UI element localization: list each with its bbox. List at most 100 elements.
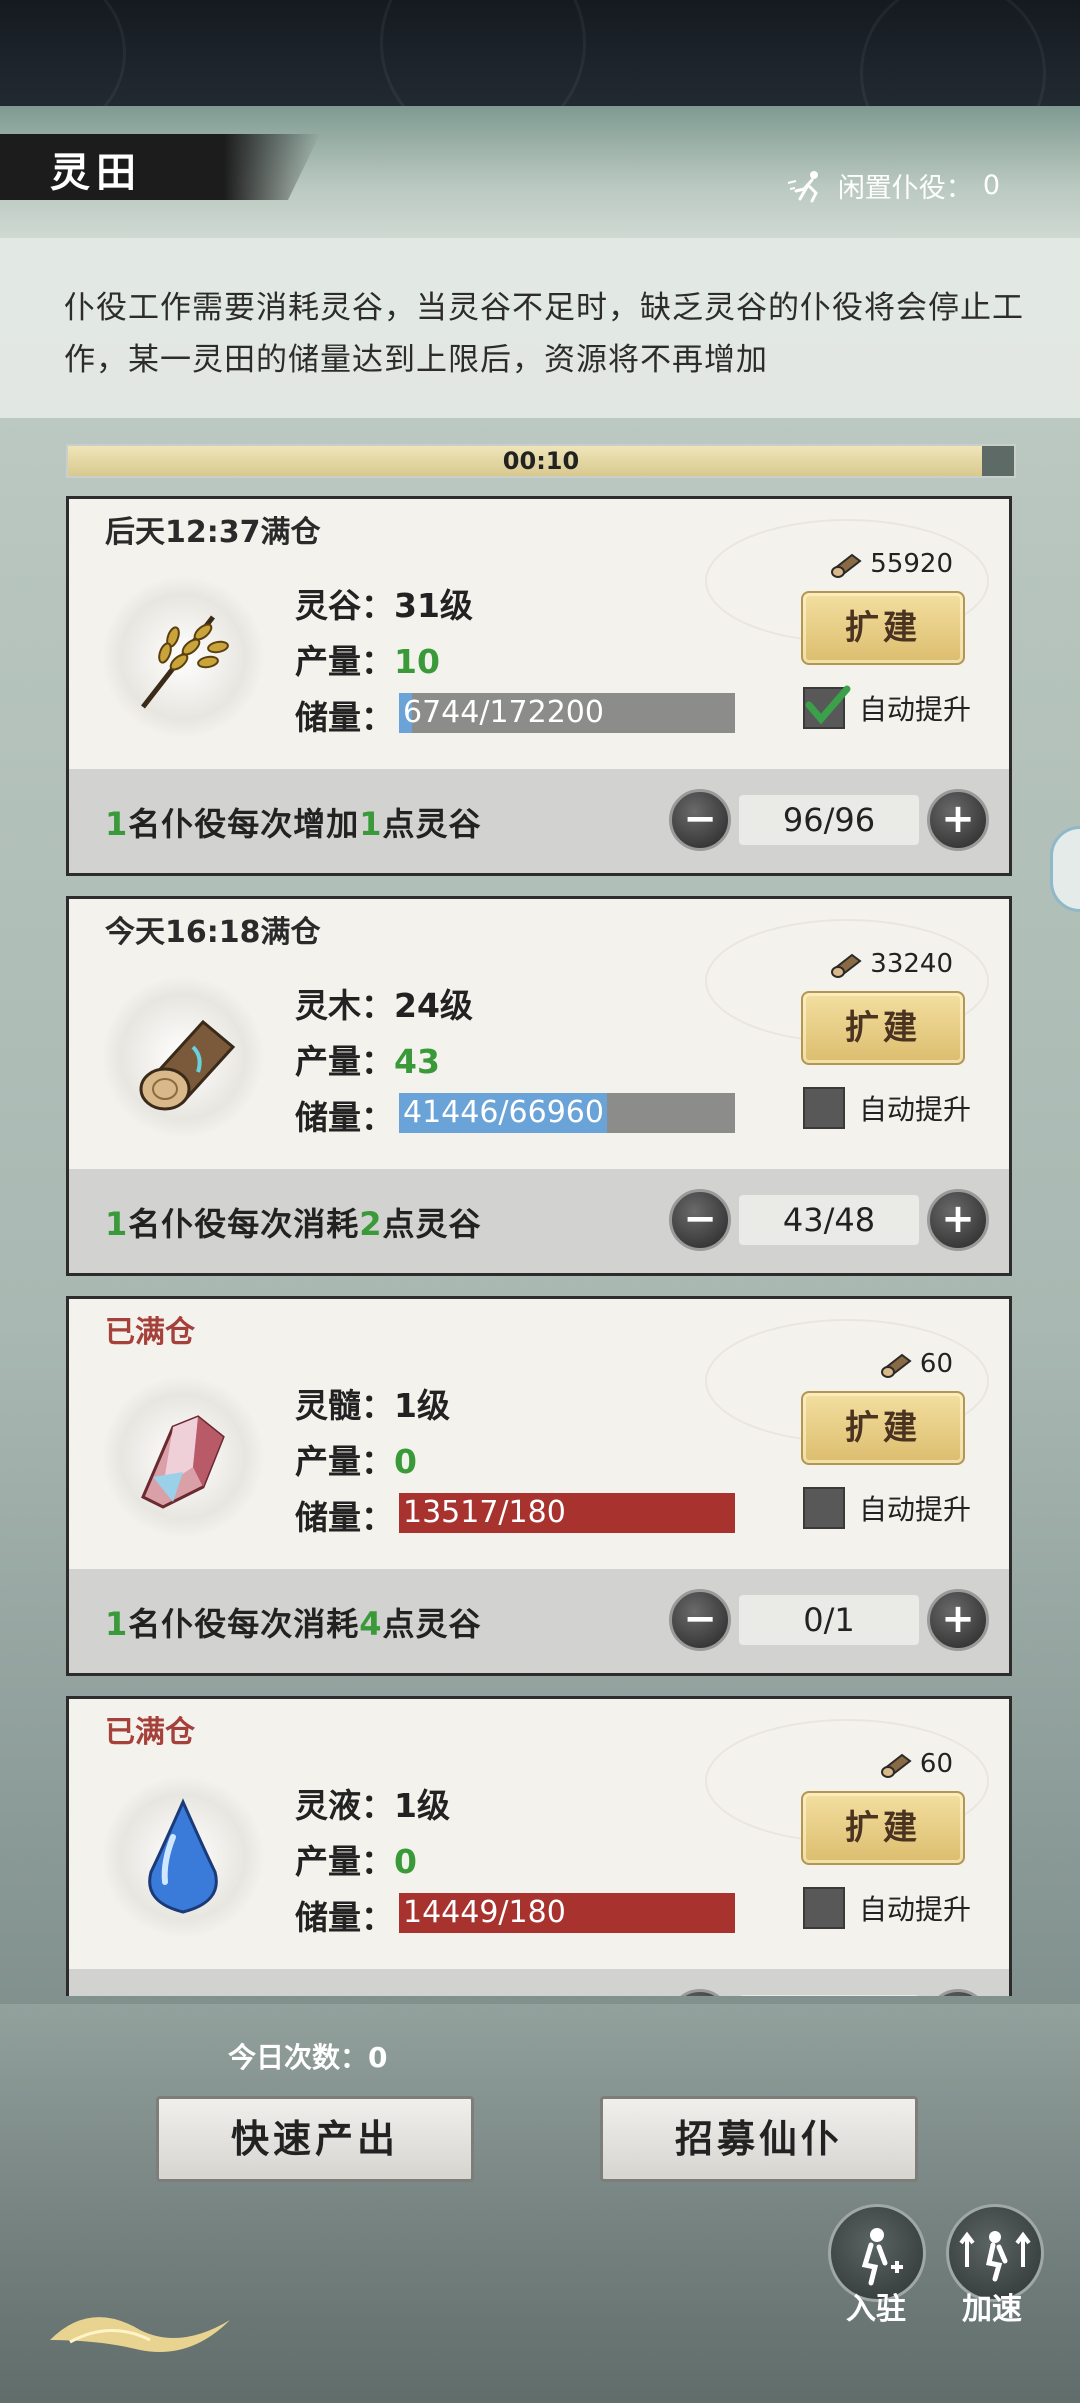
field-level: 灵髓：1级	[295, 1386, 450, 1425]
resource-icon-frame	[103, 1377, 263, 1537]
field-status: 今天16:18满仓	[105, 915, 321, 950]
storage-text: 14449/180	[403, 1895, 566, 1930]
cost-value: 33240	[870, 949, 953, 979]
field-status: 后天12:37满仓	[105, 515, 321, 550]
worker-stepper: − 43/48 +	[669, 1189, 989, 1253]
storage-bar: 14449/180	[399, 1893, 735, 1933]
auto-upgrade-checkbox[interactable]	[802, 1887, 845, 1929]
worker-desc-mid: 名仆役每次消耗	[128, 1605, 360, 1643]
station-label: 入驻	[846, 2292, 906, 2327]
page-title: 灵田	[50, 149, 142, 196]
today-label: 今日次数：	[228, 2041, 369, 2074]
worker-rate: 1	[359, 805, 383, 843]
increase-workers-button[interactable]: +	[927, 789, 989, 851]
output-value: 43	[394, 1042, 440, 1081]
increase-workers-button[interactable]: +	[927, 1589, 989, 1651]
description-text: 仆役工作需要消耗灵谷，当灵谷不足时，缺乏灵谷的仆役将会停止工作，某一灵田的储量达…	[64, 290, 1024, 378]
cost-value: 60	[919, 1749, 953, 1779]
quick-output-button[interactable]: 快速产出	[156, 2096, 474, 2182]
field-card: 已满仓 灵髓：1级 产量：0 储量： 13517/180 60 扩建 自动提升 …	[66, 1296, 1012, 1676]
storage-text: 6744/172200	[403, 695, 604, 730]
worker-row: 1名仆役每次增加1点灵谷 − 96/96 +	[69, 769, 1009, 873]
wood-cost-icon	[831, 953, 862, 978]
upgrade-cost: 60	[880, 1749, 953, 1779]
idle-count: 0	[982, 170, 1000, 201]
storage-bar: 6744/172200	[399, 693, 735, 733]
title-plate	[0, 134, 320, 200]
field-storage-label: 储量：	[295, 698, 394, 737]
worker-row: 1名仆役每次消耗4点灵谷 − 0/1 +	[69, 1569, 1009, 1673]
today-count: 今日次数：0	[228, 2036, 388, 2076]
wood-cost-icon	[831, 553, 862, 578]
resource-icon-frame	[103, 577, 263, 737]
upgrade-cost: 60	[880, 1349, 953, 1379]
worker-stepper: − +	[669, 1989, 989, 1996]
output-value: 10	[394, 642, 440, 681]
field-level: 灵液：1级	[295, 1786, 450, 1825]
production-timer-bar: 00:10	[66, 444, 1016, 478]
auto-upgrade-checkbox[interactable]	[802, 1087, 845, 1129]
worker-count-per: 1	[105, 805, 129, 843]
worker-description: 1名仆役每次增加1点灵谷	[105, 799, 482, 845]
worker-description: 1名仆役每次消耗4点灵谷	[105, 1599, 482, 1645]
decrease-workers-button[interactable]: −	[669, 1189, 731, 1251]
output-label: 产量：	[295, 642, 394, 681]
increase-workers-button[interactable]: +	[927, 1189, 989, 1251]
storage-bar: 13517/180	[399, 1493, 735, 1533]
storage-text: 13517/180	[403, 1495, 566, 1530]
field-status: 已满仓	[105, 1715, 195, 1750]
field-storage-label: 储量：	[295, 1098, 394, 1137]
expand-button[interactable]: 扩建	[801, 1791, 965, 1865]
cost-value: 55920	[870, 549, 953, 579]
worker-assigned: 0/1	[739, 1595, 919, 1645]
auto-upgrade-toggle[interactable]: 自动提升	[802, 1087, 971, 1129]
storage-text: 41446/66960	[403, 1095, 604, 1130]
worker-assigned	[739, 1995, 919, 1996]
worker-assigned: 43/48	[739, 1195, 919, 1245]
worker-row: − +	[69, 1969, 1009, 1996]
auto-upgrade-checkbox[interactable]	[802, 1487, 845, 1529]
decrease-workers-button[interactable]: −	[669, 789, 731, 851]
today-value: 0	[368, 2041, 388, 2074]
decrease-workers-button[interactable]: −	[669, 1989, 731, 1996]
wood-cost-icon	[880, 1753, 912, 1778]
field-output: 产量：0	[295, 1835, 417, 1883]
resource-icon-frame	[103, 1777, 263, 1937]
output-value: 0	[394, 1842, 417, 1881]
upgrade-cost: 33240	[830, 949, 953, 979]
worker-desc-post: 点灵谷	[382, 1605, 482, 1643]
decrease-workers-button[interactable]: −	[669, 1589, 731, 1651]
field-storage-label: 储量：	[295, 1898, 394, 1937]
expand-button[interactable]: 扩建	[801, 591, 965, 665]
auto-upgrade-toggle[interactable]: 自动提升	[802, 685, 971, 729]
worker-rate: 4	[359, 1605, 383, 1643]
output-value: 0	[394, 1442, 417, 1481]
worker-row: 1名仆役每次消耗2点灵谷 − 43/48 +	[69, 1169, 1009, 1273]
field-level: 灵谷：31级	[295, 586, 473, 625]
output-label: 产量：	[295, 1442, 394, 1481]
expand-button[interactable]: 扩建	[801, 991, 965, 1065]
worker-count-per: 1	[105, 1605, 129, 1643]
speedup-label: 加速	[962, 2292, 1022, 2327]
idle-workers: 闲置仆役： 0	[786, 166, 1000, 205]
auto-upgrade-toggle[interactable]: 自动提升	[802, 1887, 971, 1929]
worker-rate: 2	[359, 1205, 383, 1243]
auto-upgrade-checkbox[interactable]	[802, 685, 851, 729]
increase-workers-button[interactable]: +	[927, 1989, 989, 1996]
field-storage-label: 储量：	[295, 1498, 394, 1537]
recruit-servant-button[interactable]: 招募仙仆	[600, 2096, 918, 2182]
side-drawer-tab[interactable]	[1050, 826, 1080, 912]
auto-upgrade-label: 自动提升	[858, 1893, 971, 1926]
dragon-emblem-icon	[50, 2317, 230, 2352]
expand-button[interactable]: 扩建	[801, 1391, 965, 1465]
worker-desc-post: 点灵谷	[382, 1205, 482, 1243]
worker-desc-mid: 名仆役每次消耗	[128, 1205, 360, 1243]
worker-stepper: − 0/1 +	[669, 1589, 989, 1653]
auto-upgrade-toggle[interactable]: 自动提升	[802, 1487, 971, 1529]
field-status: 已满仓	[105, 1315, 195, 1350]
storage-bar: 41446/66960	[399, 1093, 735, 1133]
auto-upgrade-label: 自动提升	[858, 1093, 971, 1126]
field-list[interactable]: 后天12:37满仓 灵谷：31级 产量：10 储量： 6744/172200 5…	[66, 496, 1012, 1996]
field-card: 后天12:37满仓 灵谷：31级 产量：10 储量： 6744/172200 5…	[66, 496, 1012, 876]
worker-count-per: 1	[105, 1205, 129, 1243]
